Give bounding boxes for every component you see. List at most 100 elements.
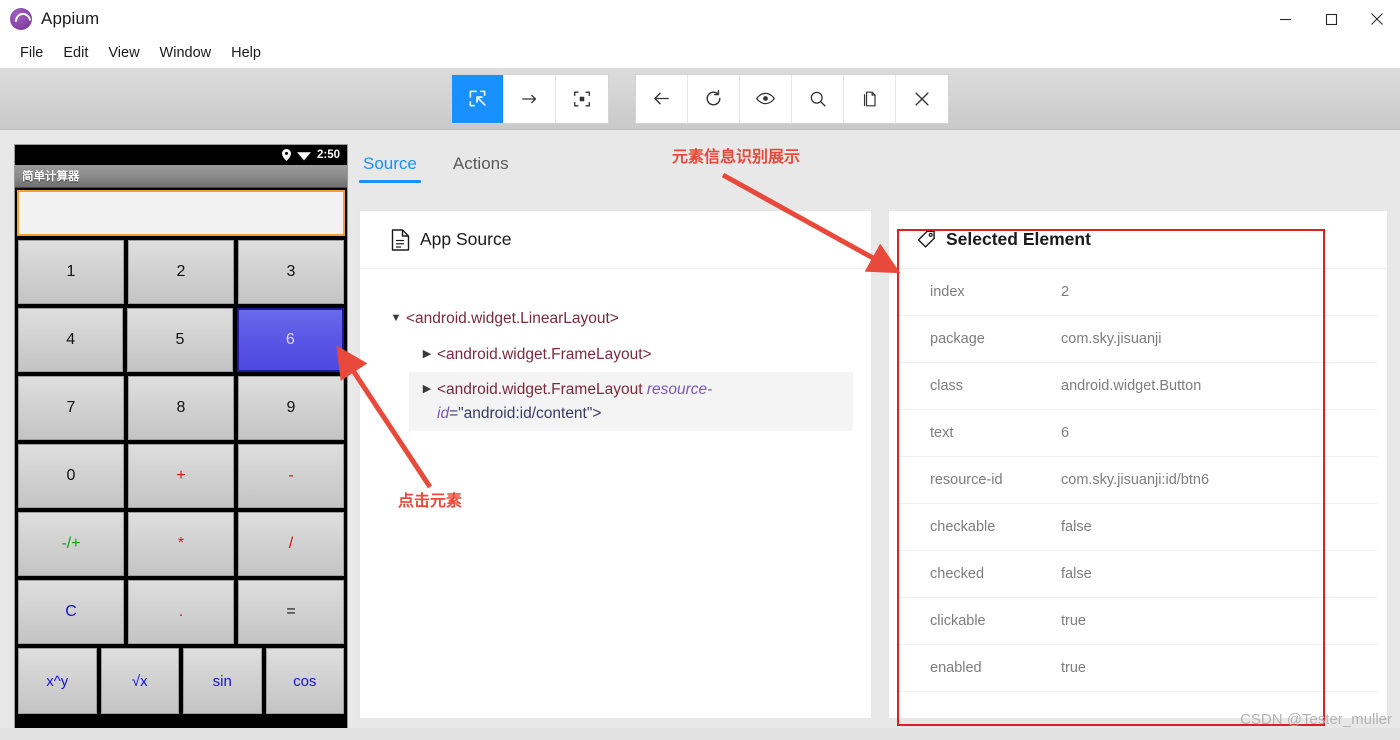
inspector-toolbar: [0, 68, 1400, 130]
device-app-title: 简单计算器: [22, 171, 80, 183]
key-sin[interactable]: sin: [183, 648, 262, 714]
key-cos[interactable]: cos: [265, 648, 344, 714]
table-row: enabled true: [899, 645, 1377, 692]
inspector-tabs: Source Actions: [359, 154, 513, 183]
app-source-header: App Source: [360, 211, 871, 269]
chevron-right-icon[interactable]: ▶: [417, 378, 437, 400]
tree-row[interactable]: ▶ <android.widget.FrameLayout resource-i…: [409, 372, 853, 432]
key-5[interactable]: 5: [127, 308, 233, 372]
key-9[interactable]: 9: [238, 376, 344, 440]
table-row: checked false: [899, 551, 1377, 598]
attribute-value: com.sky.jisuanji:id/btn6: [1061, 472, 1210, 488]
menu-item-window[interactable]: Window: [151, 42, 221, 64]
watermark: CSDN @Tester_muller: [1240, 711, 1392, 728]
toolbar-group-interaction: [452, 74, 608, 123]
attribute-value: com.sky.jisuanji: [1061, 331, 1162, 347]
window-title: Appium: [41, 9, 100, 28]
chevron-down-icon[interactable]: ▼: [386, 307, 406, 329]
tap-by-coordinates-button[interactable]: [556, 74, 608, 123]
menu-bar: File Edit View Window Help: [0, 38, 1400, 68]
key-sqrt[interactable]: √x: [100, 648, 179, 714]
tree-node-label: <android.widget.FrameLayout>: [437, 345, 652, 363]
attribute-value: false: [1061, 566, 1092, 582]
search-icon[interactable]: [792, 74, 844, 123]
menu-item-view[interactable]: View: [99, 42, 148, 64]
device-clock: 2:50: [316, 149, 340, 161]
attribute-key: enabled: [930, 660, 982, 676]
table-row: clickable true: [899, 598, 1377, 645]
selected-element-title: Selected Element: [946, 229, 1091, 249]
tab-source[interactable]: Source: [359, 154, 421, 183]
attribute-value: 2: [1061, 284, 1070, 300]
table-row: index 2: [899, 269, 1377, 316]
annotation-label-element-info: 元素信息识别展示: [672, 147, 801, 166]
tree-node-label: <android.widget.LinearLayout>: [406, 310, 619, 327]
key-8[interactable]: 8: [128, 376, 234, 440]
keypad-row: 7 8 9: [18, 376, 344, 440]
window-controls: [1262, 0, 1400, 38]
toolbar-group-session: [636, 74, 948, 123]
calculator-keypad: 1 2 3 4 5 6 7 8 9 0 + - -/+ * / C . = x^…: [15, 236, 347, 719]
minimize-icon[interactable]: [1262, 0, 1308, 38]
title-bar: Appium: [0, 0, 1400, 38]
key-multiply[interactable]: *: [128, 512, 234, 576]
attribute-value: true: [1061, 613, 1086, 629]
swipe-by-coordinates-button[interactable]: [504, 74, 556, 123]
key-clear[interactable]: C: [18, 580, 124, 644]
key-0[interactable]: 0: [18, 444, 124, 508]
attribute-value: android.widget.Button: [1061, 378, 1202, 394]
key-decimal[interactable]: .: [128, 580, 234, 644]
chevron-right-icon[interactable]: ▶: [417, 343, 437, 365]
device-status-bar: 2:50: [15, 145, 347, 165]
attribute-key: clickable: [930, 613, 986, 629]
back-button[interactable]: [636, 74, 688, 123]
tab-actions[interactable]: Actions: [449, 154, 513, 183]
key-4[interactable]: 4: [18, 308, 124, 372]
attribute-key: package: [930, 331, 985, 347]
key-sign-toggle[interactable]: -/+: [18, 512, 124, 576]
menu-item-file[interactable]: File: [11, 42, 52, 64]
key-6-selected[interactable]: 6: [236, 308, 344, 372]
maximize-icon[interactable]: [1308, 0, 1354, 38]
attribute-key: text: [930, 425, 954, 441]
attribute-key: checked: [930, 566, 985, 582]
key-2[interactable]: 2: [128, 240, 234, 304]
select-element-button[interactable]: [452, 74, 504, 123]
calculator-display[interactable]: [17, 190, 345, 236]
close-icon[interactable]: [1354, 0, 1400, 38]
keypad-row: 1 2 3: [18, 240, 344, 304]
key-plus[interactable]: +: [128, 444, 234, 508]
key-minus[interactable]: -: [238, 444, 344, 508]
tree-row[interactable]: ▼ <android.widget.LinearLayout>: [378, 301, 853, 337]
key-divide[interactable]: /: [238, 512, 344, 576]
attribute-key: index: [930, 284, 965, 300]
key-1[interactable]: 1: [18, 240, 124, 304]
attribute-value: false: [1061, 519, 1092, 535]
selected-element-header: Selected Element: [889, 211, 1387, 269]
selected-element-card: Selected Element index 2 package com.sky…: [888, 210, 1388, 719]
key-3[interactable]: 3: [238, 240, 344, 304]
eye-icon[interactable]: [740, 74, 792, 123]
keypad-row: C . =: [18, 580, 344, 644]
key-power[interactable]: x^y: [18, 648, 97, 714]
table-row: package com.sky.jisuanji: [899, 316, 1377, 363]
menu-item-help[interactable]: Help: [222, 42, 270, 64]
tree-row[interactable]: ▶ <android.widget.FrameLayout>: [409, 337, 853, 373]
bottom-strip: [0, 728, 1400, 740]
table-row: resource-id com.sky.jisuanji:id/btn6: [899, 457, 1377, 504]
keypad-row-functions: x^y √x sin cos: [18, 648, 344, 714]
document-icon: [391, 228, 410, 251]
location-pin-icon: [281, 149, 291, 161]
device-screen-mirror[interactable]: 2:50 简单计算器 1 2 3 4 5 6 7 8 9 0 + - -/+ *…: [14, 144, 348, 730]
close-session-icon[interactable]: [896, 74, 948, 123]
app-source-title: App Source: [420, 229, 512, 249]
copy-icon[interactable]: [844, 74, 896, 123]
key-equals[interactable]: =: [238, 580, 344, 644]
attribute-key: resource-id: [930, 472, 1003, 488]
refresh-icon[interactable]: [688, 74, 740, 123]
menu-item-edit[interactable]: Edit: [54, 42, 97, 64]
tree-node-label: <android.widget.FrameLayout resource-id=…: [437, 378, 845, 425]
key-7[interactable]: 7: [18, 376, 124, 440]
table-row: checkable false: [899, 504, 1377, 551]
source-tree: ▼ <android.widget.LinearLayout> ▶ <andro…: [360, 269, 871, 432]
